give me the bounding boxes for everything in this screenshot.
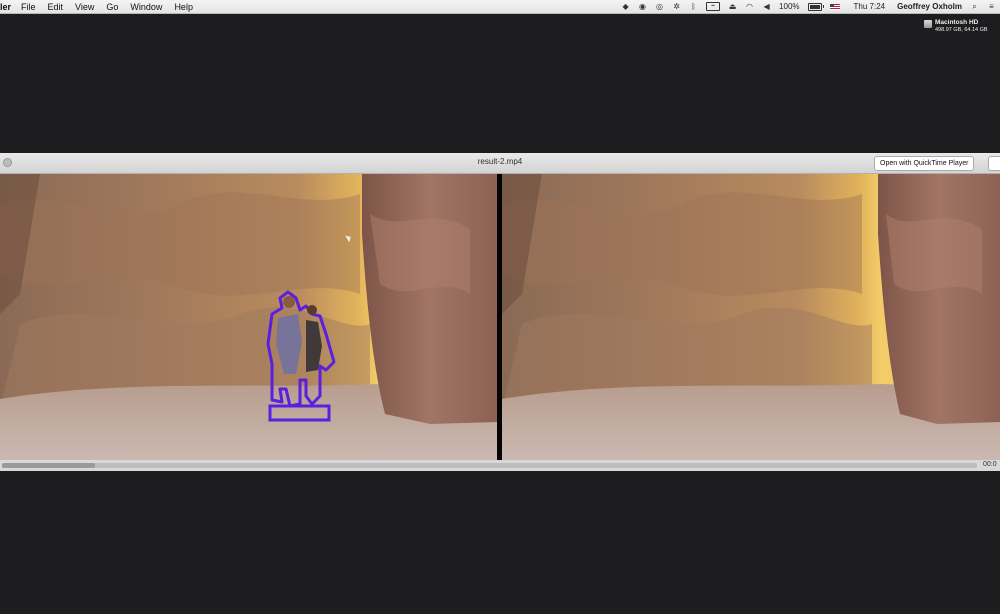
clock[interactable]: Thu 7:24	[854, 2, 886, 11]
menu-view[interactable]: View	[75, 2, 94, 12]
menu-window[interactable]: Window	[130, 2, 162, 12]
notification-center-icon[interactable]: ≡	[987, 2, 996, 11]
canyon-scene-left	[0, 174, 497, 460]
spotlight-icon[interactable]: ⌕	[970, 2, 979, 11]
battery-fill	[809, 4, 820, 9]
scrub-bar: 00:0	[0, 460, 1000, 471]
scrub-track[interactable]	[2, 463, 977, 468]
disk-size: 498.97 GB, 64.14 GB	[935, 27, 988, 33]
disk-name: Macintosh HD	[935, 19, 979, 26]
status-area: ◆ ◉ ◎ ✲ ᛒ ▪▪ ⏏ ◠ ◀ 100% Thu 7:24 Geoffre…	[621, 0, 996, 13]
camera-icon[interactable]: ◉	[638, 2, 647, 11]
menu-edit[interactable]: Edit	[48, 2, 64, 12]
menu-help[interactable]: Help	[174, 2, 193, 12]
menu-go[interactable]: Go	[106, 2, 118, 12]
battery-icon[interactable]	[807, 2, 824, 11]
video-player[interactable]	[0, 174, 1000, 460]
scrub-progress	[2, 463, 95, 468]
eject-icon[interactable]: ⏏	[728, 2, 737, 11]
input-source-flag-icon[interactable]	[829, 3, 840, 10]
video-frame-result	[502, 174, 1000, 460]
open-with-quicktime-button[interactable]: Open with QuickTime Player	[874, 156, 975, 171]
share-button[interactable]	[988, 156, 1000, 171]
display-icon[interactable]: ▪▪	[706, 2, 721, 11]
battery-percent[interactable]: 100%	[779, 2, 799, 11]
menu-bar: ler File Edit View Go Window Help ◆ ◉ ◎ …	[0, 0, 1000, 14]
app-menu: ler File Edit View Go Window Help	[0, 2, 205, 12]
search-circle-icon[interactable]: ◎	[655, 2, 664, 11]
volume-icon[interactable]: ◀	[762, 2, 771, 11]
window-title: result-2.mp4	[477, 157, 523, 166]
window-titlebar[interactable]: result-2.mp4 Open with QuickTime Player	[0, 153, 1000, 174]
menu-app-name[interactable]: ler	[0, 2, 11, 12]
video-frame-original	[0, 174, 497, 460]
dropbox-icon[interactable]: ◆	[621, 2, 630, 11]
user-name[interactable]: Geoffrey Oxholm	[897, 2, 962, 11]
bluetooth-icon[interactable]: ᛒ	[689, 2, 698, 11]
menu-file[interactable]: File	[21, 2, 36, 12]
hard-disk-icon	[924, 20, 932, 28]
wifi-icon[interactable]: ◠	[745, 2, 754, 11]
time-readout: 00:0	[983, 461, 997, 468]
canyon-scene-right	[502, 174, 1000, 460]
gear-icon[interactable]: ✲	[672, 2, 681, 11]
quicklook-window: result-2.mp4 Open with QuickTime Player	[0, 153, 1000, 471]
